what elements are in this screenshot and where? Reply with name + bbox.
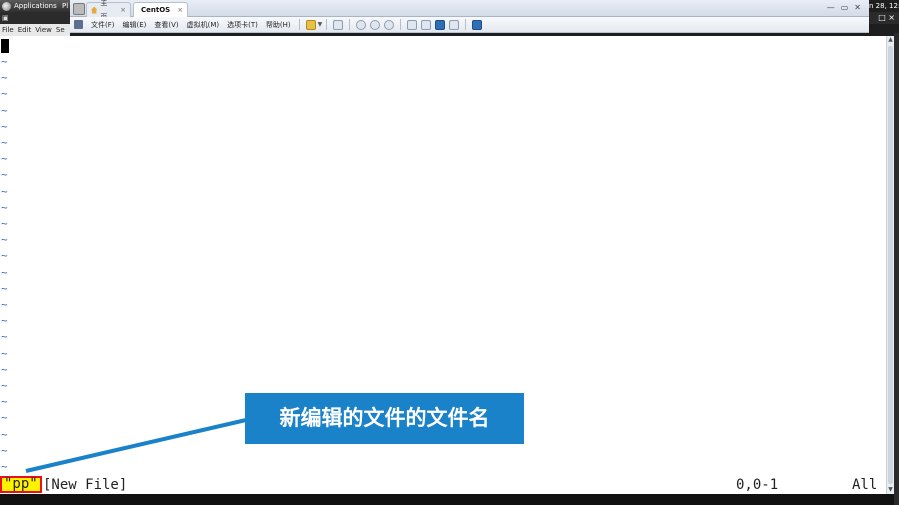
file-status: [New File]	[43, 477, 128, 493]
menu-tabs[interactable]: 选项卡(T)	[223, 20, 262, 30]
menu-vm[interactable]: 虚拟机(M)	[183, 20, 224, 30]
terminal-icon: ▣	[2, 14, 9, 22]
toolbar-separator	[326, 19, 328, 30]
tilde-marker: ~	[1, 136, 8, 149]
vmware-tab-bar: 主页 × CentOS × — ▭ ✕ n 28, 12:	[70, 0, 899, 21]
tilde-marker: ~	[1, 346, 8, 360]
tilde-marker: ~	[1, 411, 8, 425]
unity-icon[interactable]	[449, 19, 460, 30]
terminal-menu-file[interactable]: File	[2, 24, 14, 36]
maximize-button[interactable]: ▭	[841, 1, 849, 15]
text-cursor	[1, 39, 9, 53]
applications-menu[interactable]: Applications	[2, 0, 57, 12]
tilde-marker: ~	[1, 395, 8, 409]
menu-view[interactable]: 查看(V)	[150, 20, 182, 30]
tilde-marker: ~	[1, 200, 8, 214]
tilde-marker: ~	[1, 184, 8, 198]
gnome-foot-icon	[2, 1, 11, 11]
revert-snapshot-icon[interactable]	[370, 19, 381, 30]
tilde-marker: ~	[1, 265, 8, 279]
tilde-marker: ~	[1, 87, 8, 101]
window-controls: — ▭ ✕	[827, 1, 861, 15]
cursor-position: 0,0-1	[736, 477, 779, 493]
toolbar-separator	[465, 19, 467, 30]
applications-label: Applications	[14, 2, 57, 10]
tilde-marker: ~	[1, 460, 8, 473]
tilde-marker: ~	[1, 314, 8, 328]
tilde-marker: ~	[1, 362, 8, 376]
annotation-callout: 新编辑的文件的文件名	[245, 393, 524, 444]
pause-icon[interactable]	[305, 19, 316, 30]
tilde-marker: ~	[1, 217, 8, 230]
terminal-menubar: File Edit View Se	[0, 24, 70, 36]
places-menu[interactable]: Pl	[62, 0, 68, 12]
terminal-menu-edit[interactable]: Edit	[18, 24, 32, 36]
terminal-titlebar: ▣	[0, 12, 70, 24]
toolbar-separator	[400, 19, 402, 30]
minimize-button[interactable]: —	[827, 1, 835, 15]
tilde-marker: ~	[1, 443, 8, 457]
manage-snapshots-icon[interactable]	[384, 19, 395, 30]
tilde-marker: ~	[1, 233, 8, 247]
fullscreen-icon[interactable]	[435, 19, 446, 30]
tab-home-close-icon[interactable]: ×	[120, 3, 126, 17]
vertical-scrollbar[interactable]: ▲ ▼	[886, 36, 894, 494]
guest-window-controls[interactable]: □ ×	[869, 12, 899, 24]
tilde-marker: ~	[1, 330, 8, 344]
home-icon	[91, 6, 98, 14]
menu-file[interactable]: 文件(F)	[87, 20, 119, 30]
toolbar-separator	[349, 19, 351, 30]
tab-centos[interactable]: CentOS ×	[133, 2, 188, 17]
scroll-down-icon[interactable]: ▼	[887, 486, 894, 494]
tilde-marker: ~	[1, 281, 8, 295]
terminal-menu-view[interactable]: View	[35, 24, 52, 36]
guest-bottom-bar	[0, 494, 894, 505]
vmware-toolbar: 文件(F) 编辑(E) 查看(V) 虚拟机(M) 选项卡(T) 帮助(H) ▼	[70, 17, 869, 33]
tab-centos-label: CentOS	[141, 6, 171, 14]
vmware-app-icon[interactable]	[74, 20, 83, 29]
tilde-marker: ~	[1, 427, 8, 441]
tilde-marker: ~	[1, 298, 8, 311]
tilde-marker: ~	[1, 379, 8, 392]
menu-help[interactable]: 帮助(H)	[262, 20, 295, 30]
tilde-marker: ~	[1, 249, 8, 263]
menu-edit[interactable]: 编辑(E)	[119, 20, 151, 30]
close-button[interactable]: ✕	[854, 1, 861, 15]
file-name-highlight: "pp"	[0, 476, 42, 493]
tilde-marker: ~	[1, 168, 8, 182]
thumbnail-bar-icon[interactable]	[421, 19, 432, 30]
tab-home[interactable]: 主页 ×	[86, 0, 131, 21]
tilde-marker: ~	[1, 152, 8, 166]
vmware-logo-icon	[73, 3, 85, 15]
tab-centos-close-icon[interactable]: ×	[177, 3, 183, 17]
tilde-marker: ~	[1, 55, 8, 68]
tilde-marker: ~	[1, 119, 8, 133]
tilde-marker: ~	[1, 71, 8, 85]
snapshot-icon[interactable]	[356, 19, 367, 30]
pause-dropdown-icon[interactable]: ▼	[318, 21, 323, 28]
scroll-thumb[interactable]	[888, 46, 893, 484]
scroll-position: All	[852, 477, 878, 493]
terminal-menu-search[interactable]: Se	[56, 24, 65, 36]
scroll-up-icon[interactable]: ▲	[887, 36, 894, 44]
send-ctrl-alt-del-icon[interactable]	[333, 19, 344, 30]
toolbar-separator	[298, 19, 300, 30]
sidebar-icon[interactable]	[407, 19, 418, 30]
window-edge	[894, 33, 899, 505]
console-view-icon[interactable]	[472, 19, 483, 30]
tilde-marker: ~	[1, 103, 8, 117]
vim-status-line: "pp" [New File] 0,0-1 All	[0, 476, 886, 494]
